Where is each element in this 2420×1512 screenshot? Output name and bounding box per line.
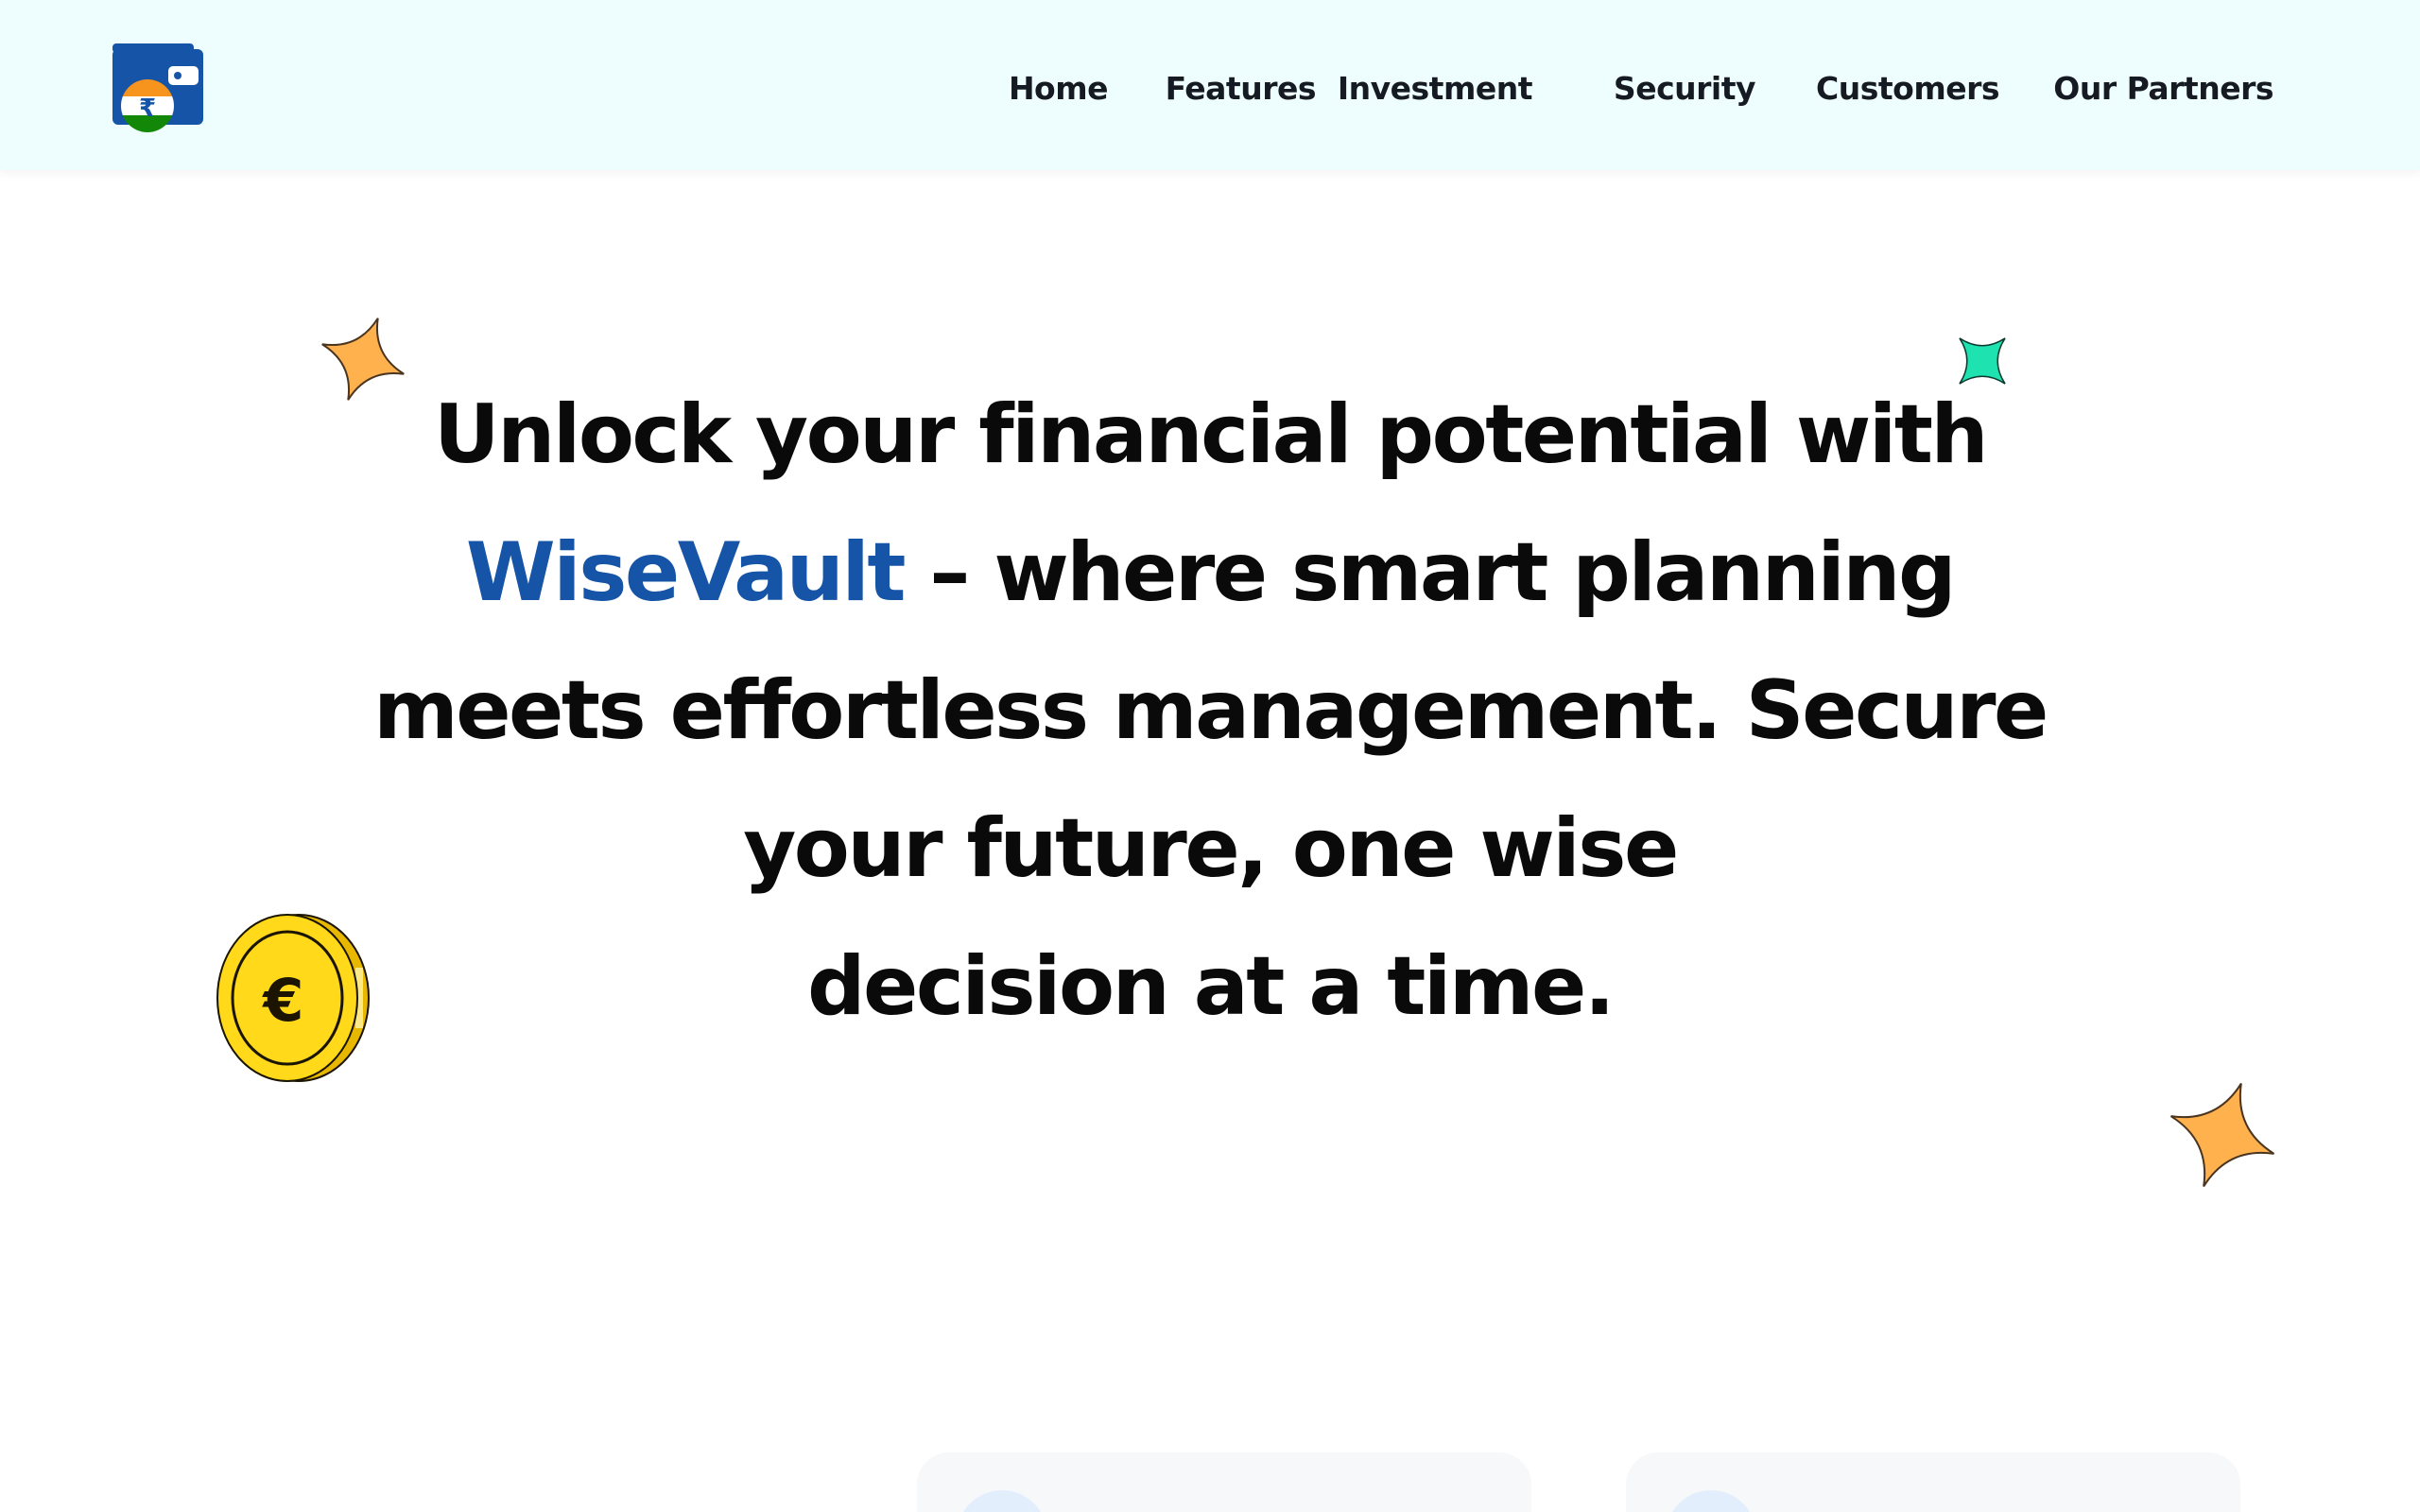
nav-our-partners[interactable]: Our Partners — [2053, 70, 2273, 107]
nav-security[interactable]: Security — [1614, 70, 1756, 107]
nav-investment[interactable]: Investment — [1338, 70, 1533, 107]
feature-card[interactable] — [917, 1452, 1531, 1512]
hero-line-4: your future, one wise — [743, 801, 1679, 896]
site-header: ₹ Home Features Investment Security Cust… — [0, 0, 2420, 170]
wallet-rupee-icon[interactable]: ₹ — [110, 42, 206, 136]
brand-name: WiseVault — [465, 525, 907, 620]
card-icon — [957, 1490, 1047, 1512]
hero-line-3: meets effortless management. Secure — [373, 663, 2048, 758]
orange-sparkle-icon — [2163, 1075, 2282, 1198]
svg-text:₹: ₹ — [139, 94, 156, 123]
hero-line-1: Unlock your financial potential with — [433, 387, 1989, 482]
nav-home[interactable]: Home — [1009, 70, 1109, 107]
hero-line-5: decision at a time. — [806, 939, 1616, 1034]
nav-customers[interactable]: Customers — [1816, 70, 1999, 107]
hero-line-2: WiseVault – where smart planning — [0, 525, 2420, 620]
page: ₹ Home Features Investment Security Cust… — [0, 0, 2420, 1512]
hero-line-2-rest: – where smart planning — [903, 525, 1956, 620]
card-icon — [1666, 1490, 1756, 1512]
feature-card[interactable] — [1626, 1452, 2240, 1512]
nav-features[interactable]: Features — [1166, 70, 1317, 107]
